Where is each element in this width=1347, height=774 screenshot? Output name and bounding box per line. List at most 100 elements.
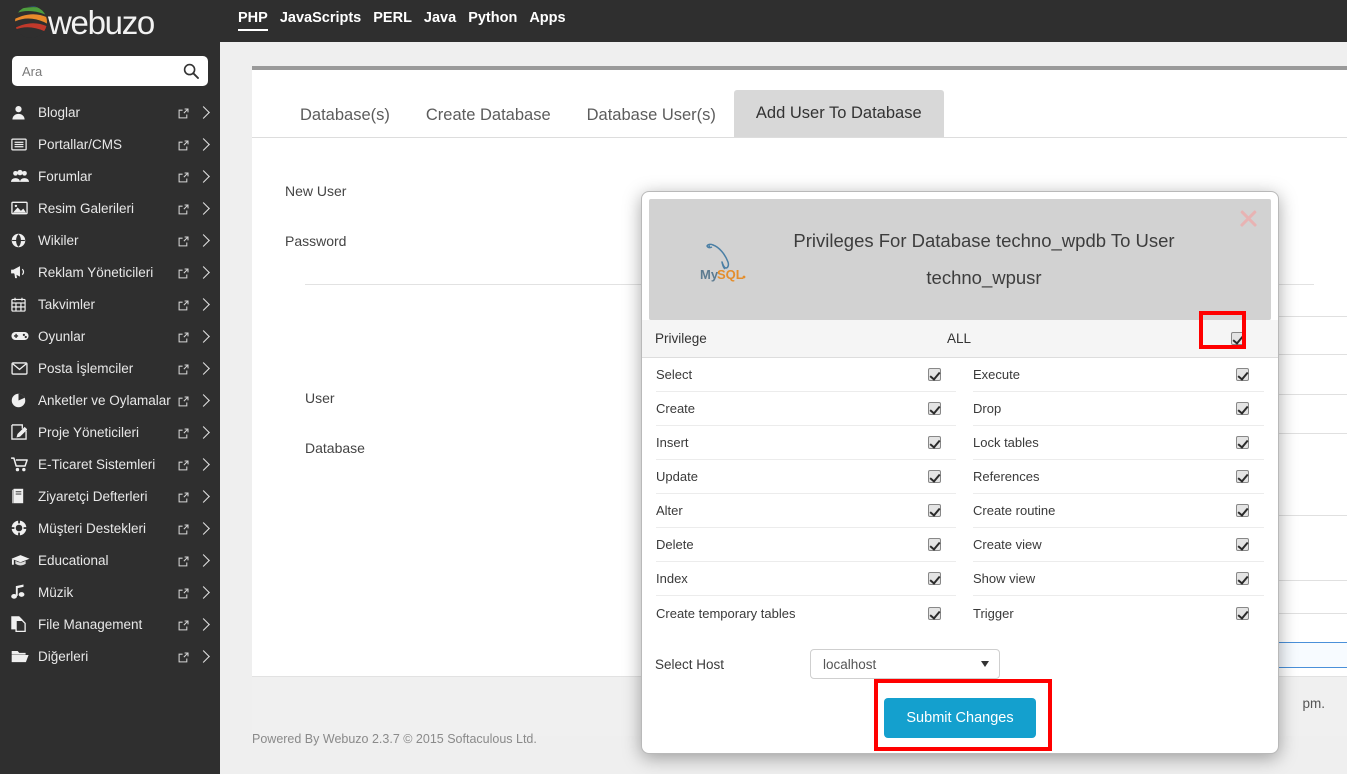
chevron-right-icon[interactable] (197, 585, 210, 599)
privilege-checkbox[interactable] (927, 572, 941, 585)
chevron-right-icon[interactable] (197, 169, 210, 183)
tab-add-user-to-database[interactable]: Add User To Database (733, 89, 944, 137)
external-link-icon[interactable] (178, 139, 189, 150)
topnav-link-perl[interactable]: PERL (373, 10, 412, 30)
external-link-icon[interactable] (178, 299, 189, 310)
modal-title: Privileges For Database techno_wpdb To U… (793, 230, 1175, 288)
external-link-icon[interactable] (178, 555, 189, 566)
host-select[interactable]: localhost (810, 649, 1000, 679)
sidebar-item-di-erleri[interactable]: Diğerleri (0, 640, 220, 672)
submit-changes-button[interactable]: Submit Changes (884, 698, 1036, 738)
sidebar-item-resim-galerileri[interactable]: Resim Galerileri (0, 192, 220, 224)
external-link-icon[interactable] (178, 619, 189, 630)
sidebar-item-portallar-cms[interactable]: Portallar/CMS (0, 128, 220, 160)
privilege-row: Delete (656, 528, 956, 562)
sidebar-item-m-teri-destekleri[interactable]: Müşteri Destekleri (0, 512, 220, 544)
external-link-icon[interactable] (178, 331, 189, 342)
external-link-icon[interactable] (178, 363, 189, 374)
music-note-icon (11, 583, 33, 601)
privilege-row: Create view (973, 528, 1264, 562)
chevron-right-icon[interactable] (197, 105, 210, 119)
cart-icon (11, 455, 33, 473)
topnav-link-python[interactable]: Python (468, 10, 517, 30)
chevron-right-icon[interactable] (197, 489, 210, 503)
privilege-row: Select (656, 358, 956, 392)
search-icon[interactable] (183, 63, 199, 79)
privilege-checkbox[interactable] (1235, 436, 1249, 449)
chevron-right-icon[interactable] (197, 649, 210, 663)
external-link-icon[interactable] (178, 171, 189, 182)
privilege-checkbox[interactable] (927, 538, 941, 551)
sidebar-item-file-management[interactable]: File Management (0, 608, 220, 640)
chevron-right-icon[interactable] (197, 361, 210, 375)
external-link-icon[interactable] (178, 203, 189, 214)
privilege-checkbox[interactable] (927, 368, 941, 381)
chevron-right-icon[interactable] (197, 201, 210, 215)
search-input[interactable] (12, 56, 208, 86)
sidebar-item-ziyaret-i-defterleri[interactable]: Ziyaretçi Defterleri (0, 480, 220, 512)
sidebar-item-label: Reklam Yöneticileri (38, 264, 154, 280)
sidebar-item-wikiler[interactable]: Wikiler (0, 224, 220, 256)
external-link-icon[interactable] (178, 267, 189, 278)
all-privileges-checkbox[interactable] (1231, 332, 1244, 345)
privilege-checkbox[interactable] (927, 402, 941, 415)
sidebar-item-anketler-ve-oylamalar[interactable]: Anketler ve Oylamalar (0, 384, 220, 416)
privilege-checkbox[interactable] (1235, 504, 1249, 517)
external-link-icon[interactable] (178, 459, 189, 470)
chevron-down-icon (981, 661, 989, 667)
chevron-right-icon[interactable] (197, 457, 210, 471)
sidebar-item-e-ticaret-sistemleri[interactable]: E-Ticaret Sistemleri (0, 448, 220, 480)
privilege-checkbox[interactable] (1235, 606, 1249, 620)
chevron-right-icon[interactable] (197, 553, 210, 567)
privilege-checkbox[interactable] (1235, 572, 1249, 585)
sidebar-item-forumlar[interactable]: Forumlar (0, 160, 220, 192)
privilege-checkbox-cell (912, 368, 956, 381)
external-link-icon[interactable] (178, 395, 189, 406)
chevron-right-icon[interactable] (197, 617, 210, 631)
chevron-right-icon[interactable] (197, 137, 210, 151)
chevron-right-icon[interactable] (197, 297, 210, 311)
topnav-link-apps[interactable]: Apps (529, 10, 565, 30)
privilege-checkbox[interactable] (927, 504, 941, 517)
privilege-row: Insert (656, 426, 956, 460)
search-box[interactable] (12, 56, 208, 86)
topnav-link-php[interactable]: PHP (238, 10, 268, 32)
sidebar-item-bloglar[interactable]: Bloglar (0, 96, 220, 128)
sidebar-item-oyunlar[interactable]: Oyunlar (0, 320, 220, 352)
tab-create-database[interactable]: Create Database (408, 94, 569, 137)
chevron-right-icon[interactable] (197, 265, 210, 279)
close-icon[interactable] (1235, 205, 1261, 231)
external-link-icon[interactable] (178, 427, 189, 438)
external-link-icon[interactable] (178, 587, 189, 598)
external-link-icon[interactable] (178, 651, 189, 662)
chevron-right-icon[interactable] (197, 521, 210, 535)
privilege-checkbox[interactable] (1235, 470, 1249, 483)
external-link-icon[interactable] (178, 235, 189, 246)
external-link-icon[interactable] (178, 523, 189, 534)
external-link-icon[interactable] (178, 107, 189, 118)
privilege-checkbox[interactable] (1235, 368, 1249, 381)
brand-logo-area[interactable]: webuzo (0, 0, 220, 44)
privilege-checkbox[interactable] (927, 436, 941, 449)
webuzo-logo-icon (14, 5, 48, 39)
privilege-checkbox[interactable] (1235, 402, 1249, 415)
modal-header-inner: My SQL Privileges For Database techno_wp… (677, 223, 1243, 295)
external-link-icon[interactable] (178, 491, 189, 502)
chevron-right-icon[interactable] (197, 425, 210, 439)
topnav-link-java[interactable]: Java (424, 10, 456, 30)
tab-database-user-s[interactable]: Database User(s) (569, 94, 734, 137)
sidebar-item-m-zik[interactable]: Müzik (0, 576, 220, 608)
privilege-checkbox[interactable] (927, 606, 941, 620)
sidebar-item-educational[interactable]: Educational (0, 544, 220, 576)
chevron-right-icon[interactable] (197, 393, 210, 407)
topnav-link-javascripts[interactable]: JavaScripts (280, 10, 361, 30)
sidebar-item-posta-i-lemciler[interactable]: Posta İşlemciler (0, 352, 220, 384)
sidebar-item-reklam-y-neticileri[interactable]: Reklam Yöneticileri (0, 256, 220, 288)
chevron-right-icon[interactable] (197, 329, 210, 343)
sidebar-item-takvimler[interactable]: Takvimler (0, 288, 220, 320)
tab-database-s[interactable]: Database(s) (282, 94, 408, 137)
privilege-checkbox[interactable] (1235, 538, 1249, 551)
privilege-checkbox[interactable] (927, 470, 941, 483)
sidebar-item-proje-y-neticileri[interactable]: Proje Yöneticileri (0, 416, 220, 448)
chevron-right-icon[interactable] (197, 233, 210, 247)
